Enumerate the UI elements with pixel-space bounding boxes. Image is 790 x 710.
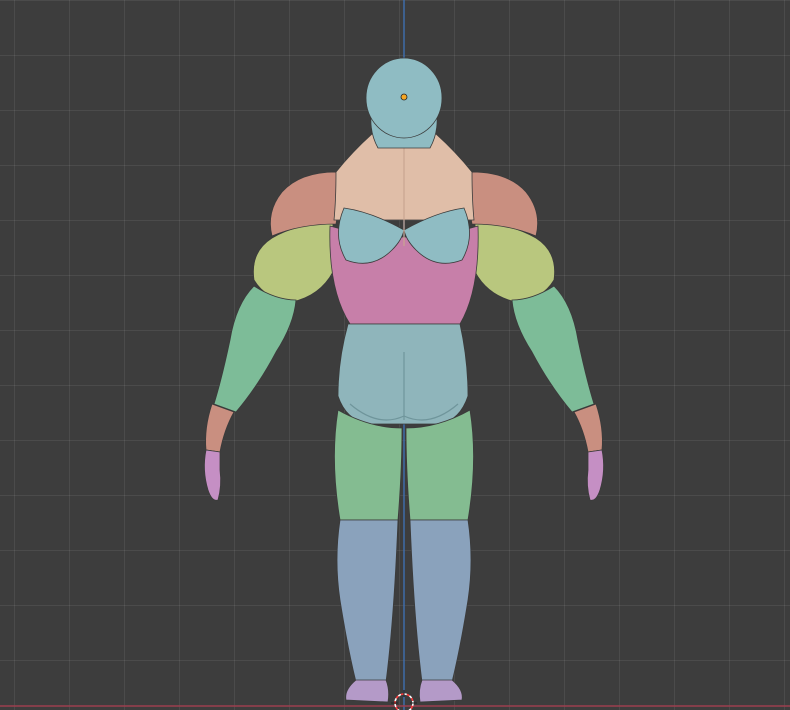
right-forearm[interactable] [511, 285, 595, 413]
right-hand[interactable] [586, 449, 604, 501]
right-shin[interactable] [409, 519, 472, 683]
left-foot[interactable] [345, 679, 390, 703]
left-arm[interactable] [204, 223, 334, 501]
right-arm[interactable] [474, 223, 604, 501]
left-thigh[interactable] [334, 409, 403, 521]
left-wrist[interactable] [205, 403, 235, 453]
left-forearm[interactable] [213, 285, 297, 413]
scene-overlay [0, 0, 790, 710]
right-foot[interactable] [418, 679, 463, 703]
right-wrist[interactable] [573, 403, 603, 453]
left-upper-arm[interactable] [253, 223, 334, 303]
left-hand[interactable] [204, 449, 222, 501]
pelvis[interactable] [337, 323, 469, 425]
right-upper-arm[interactable] [474, 223, 555, 303]
right-thigh[interactable] [405, 409, 474, 521]
object-origin-point[interactable] [400, 93, 408, 101]
left-shin[interactable] [336, 519, 399, 683]
3d-viewport[interactable] [0, 0, 790, 710]
